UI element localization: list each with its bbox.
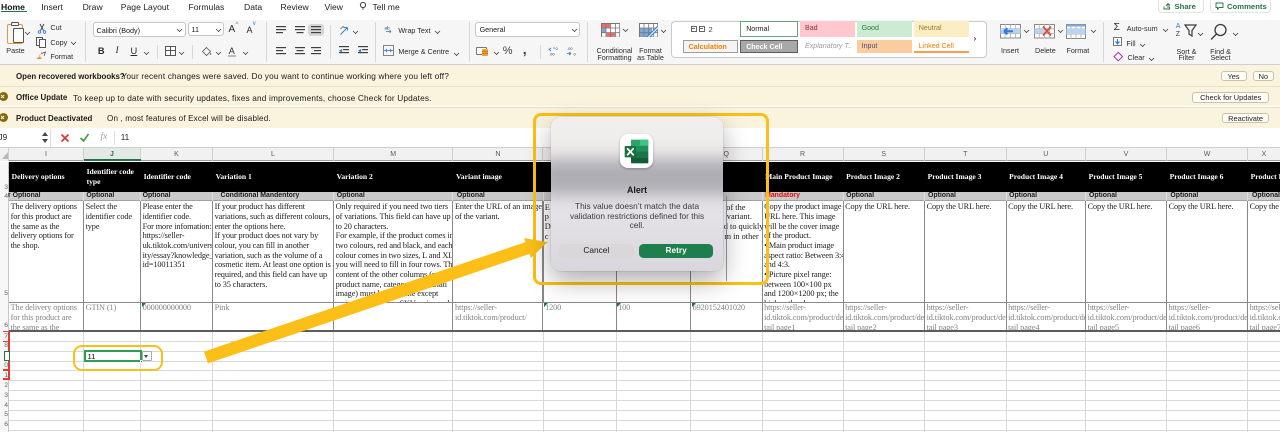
svg-text:0: 0	[574, 51, 577, 56]
svg-text:.00: .00	[567, 46, 573, 51]
svg-text:0: 0	[556, 46, 559, 51]
svg-text:.00: .00	[549, 51, 555, 56]
svg-text:ab: ab	[384, 26, 390, 31]
